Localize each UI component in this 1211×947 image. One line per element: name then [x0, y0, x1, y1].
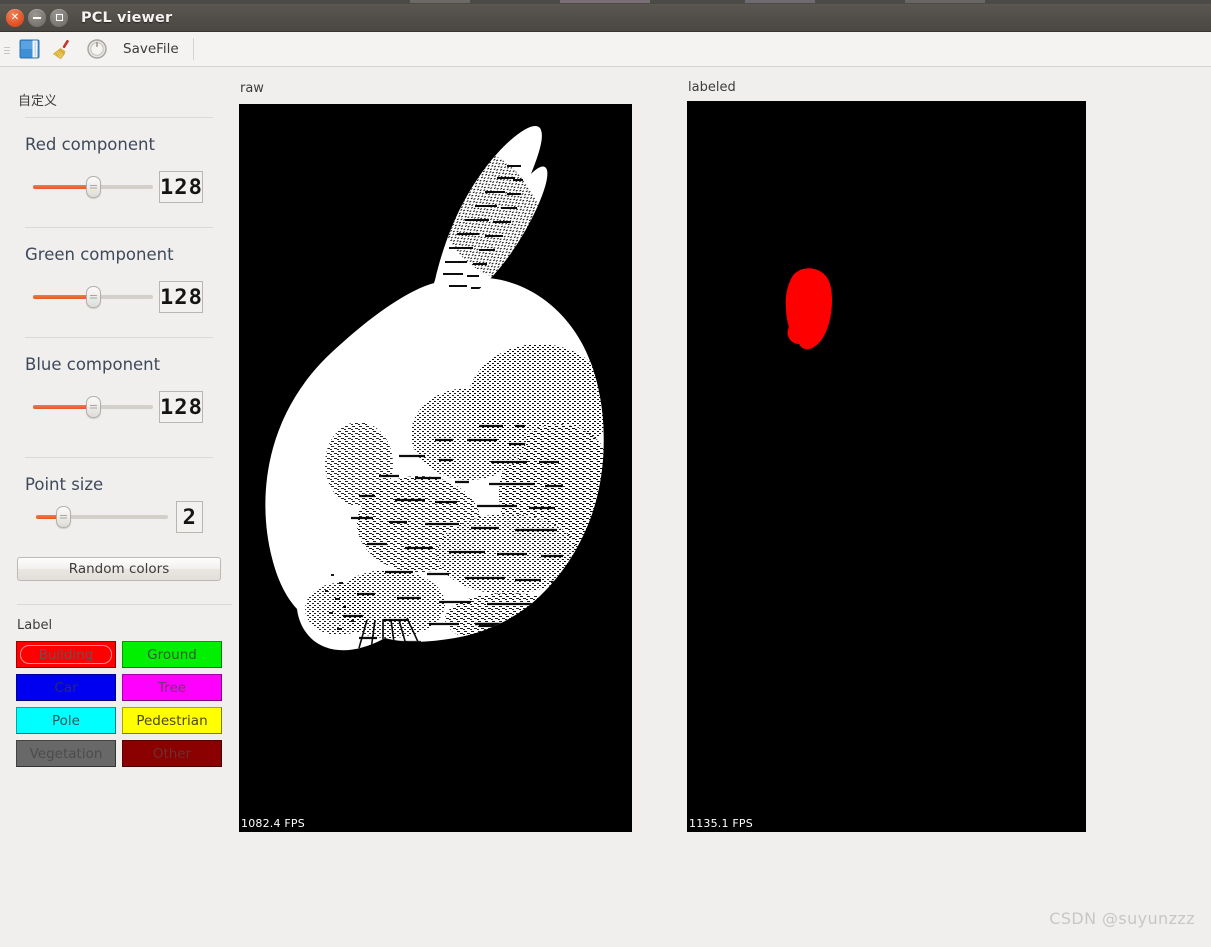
sidebar-title: 自定义: [18, 94, 58, 109]
blue-component-value: 128: [159, 391, 203, 423]
clear-button[interactable]: [46, 33, 80, 65]
blue-component-label: Blue component: [25, 355, 161, 374]
toolbar-separator: [192, 38, 194, 60]
green-component-label: Green component: [25, 245, 174, 264]
separator-4: [25, 457, 213, 458]
red-component-value: 128: [159, 171, 203, 203]
raw-viewport-title: raw: [240, 81, 264, 96]
label-button-tree[interactable]: Tree: [122, 674, 222, 701]
label-button-ground[interactable]: Ground: [122, 641, 222, 668]
labeled-point-cloud: [785, 268, 832, 350]
close-icon: ✕: [10, 11, 20, 23]
label-button-other[interactable]: Other: [122, 740, 222, 767]
label-button-text: Pole: [52, 712, 80, 729]
label-button-pedestrian[interactable]: Pedestrian: [122, 707, 222, 734]
label-button-text: Building: [38, 646, 94, 663]
label-section-heading: Label: [17, 618, 53, 633]
folder-open-icon: [18, 38, 41, 60]
reset-view-button[interactable]: [80, 33, 114, 65]
raw-viewport[interactable]: 1082.4 FPS: [239, 104, 632, 832]
separator-5: [17, 604, 232, 605]
maximize-icon: [55, 14, 63, 21]
red-component-label: Red component: [25, 135, 155, 154]
label-button-text: Tree: [157, 679, 187, 696]
maximize-button[interactable]: [50, 8, 68, 27]
labeled-fps-counter: 1135.1 FPS: [689, 817, 753, 830]
separator-3: [25, 337, 213, 338]
minimize-button[interactable]: [28, 8, 46, 27]
title-bar: ✕ PCL viewer: [0, 4, 1211, 32]
watermark: CSDN @suyunzzz: [1049, 909, 1195, 928]
circle-arrow-icon: [86, 38, 108, 60]
toolbar: SaveFile: [0, 32, 1211, 67]
open-file-button[interactable]: [12, 33, 46, 65]
pcl-viewer-window: ✕ PCL viewer SaveFile 自定义 Red component …: [0, 0, 1211, 947]
label-button-text: Ground: [147, 646, 197, 663]
label-button-text: Car: [54, 679, 78, 696]
label-button-text: Pedestrian: [136, 712, 208, 729]
raw-fps-counter: 1082.4 FPS: [241, 817, 305, 830]
labeled-red-cluster: [785, 268, 832, 350]
red-component-slider[interactable]: [33, 176, 153, 198]
control-sidebar: 自定义 Red component 128 Green component 12…: [0, 67, 238, 947]
green-component-value: 128: [159, 281, 203, 313]
point-size-label: Point size: [25, 475, 104, 494]
label-button-text: Other: [152, 745, 192, 762]
label-button-pole[interactable]: Pole: [16, 707, 116, 734]
separator-1: [25, 117, 213, 118]
savefile-button[interactable]: SaveFile: [123, 41, 179, 57]
label-button-text: Vegetation: [29, 745, 103, 762]
labeled-viewport[interactable]: 1135.1 FPS: [687, 101, 1086, 832]
window-controls: ✕: [6, 8, 68, 27]
point-size-slider[interactable]: [36, 506, 168, 528]
green-component-slider[interactable]: [33, 286, 153, 308]
random-colors-button[interactable]: Random colors: [17, 557, 221, 581]
window-title: PCL viewer: [81, 9, 173, 26]
labeled-viewport-title: labeled: [688, 80, 736, 95]
label-button-car[interactable]: Car: [16, 674, 116, 701]
blue-component-slider[interactable]: [33, 396, 153, 418]
close-button[interactable]: ✕: [6, 8, 24, 27]
label-button-vegetation[interactable]: Vegetation: [16, 740, 116, 767]
main-area: 自定义 Red component 128 Green component 12…: [0, 67, 1211, 947]
minimize-icon: [33, 16, 41, 19]
raw-point-cloud: [265, 126, 604, 651]
toolbar-drag-handle[interactable]: [0, 32, 12, 67]
broom-icon: [51, 38, 75, 60]
label-button-building[interactable]: Building: [16, 641, 116, 668]
separator-2: [25, 227, 213, 228]
point-size-value: 2: [176, 501, 203, 533]
random-colors-label: Random colors: [68, 561, 170, 577]
